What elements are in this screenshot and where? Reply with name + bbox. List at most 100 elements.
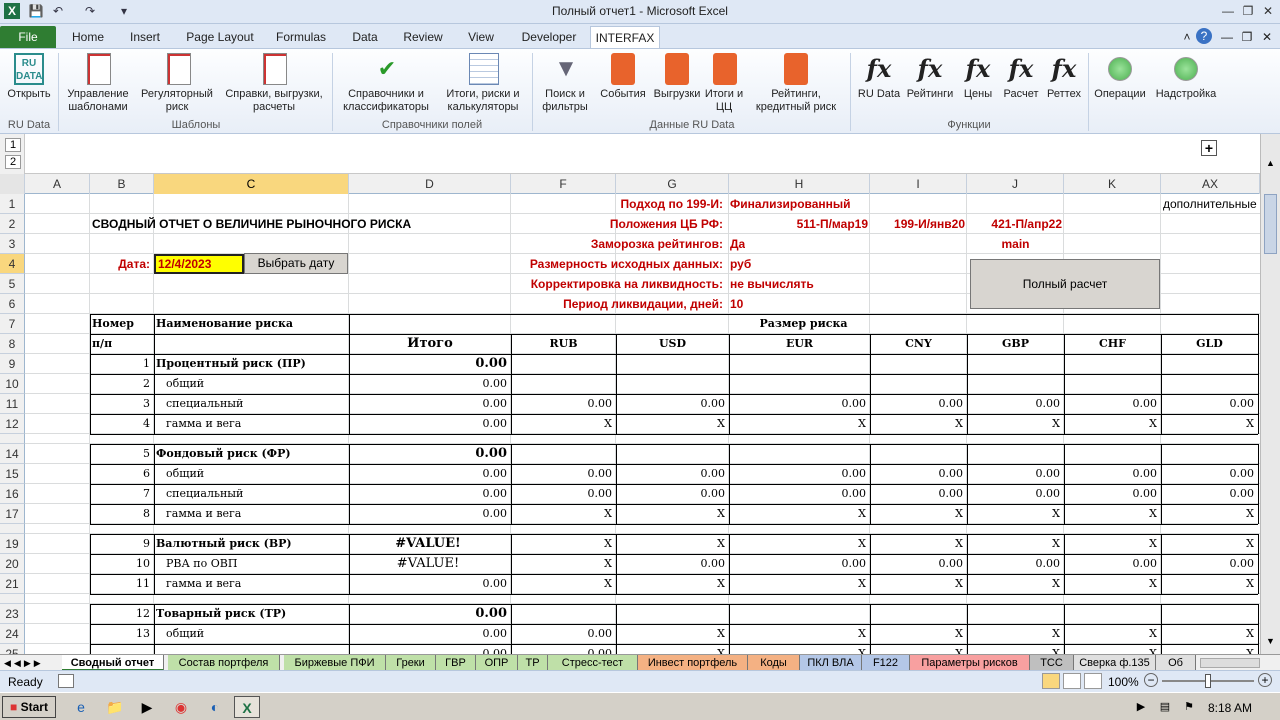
folder-icon[interactable]: 📁: [104, 696, 126, 718]
currency-value[interactable]: 0.00: [1161, 484, 1255, 504]
totals-cc-button[interactable]: Итоги и ЦЦ: [704, 53, 746, 114]
page-layout-view-icon[interactable]: [1063, 673, 1081, 689]
templates-button[interactable]: Управление шаблонами: [62, 53, 136, 114]
currency-value[interactable]: X: [1161, 644, 1254, 654]
excel-taskbar-icon[interactable]: X: [234, 696, 260, 718]
zoom-level[interactable]: 100%: [1108, 675, 1139, 689]
currency-value[interactable]: [870, 444, 963, 464]
currency-value[interactable]: [729, 444, 866, 464]
risk-name[interactable]: РВА по ОВП: [166, 554, 346, 574]
risk-name[interactable]: [166, 644, 346, 654]
dictionaries-button[interactable]: ✔ Справочники и классификаторы: [338, 53, 436, 114]
currency-value[interactable]: 0.00: [967, 394, 1061, 414]
row-header[interactable]: 5: [0, 274, 25, 294]
currency-value[interactable]: X: [511, 504, 612, 524]
edge-icon[interactable]: ◐: [204, 696, 226, 718]
minimize-ribbon-icon[interactable]: ˄: [1180, 26, 1194, 48]
currency-value[interactable]: X: [511, 574, 612, 594]
row-number[interactable]: 5: [90, 444, 150, 464]
risk-name[interactable]: Валютный риск (ВР): [156, 534, 336, 554]
page-break-view-icon[interactable]: [1084, 673, 1102, 689]
risk-name[interactable]: общий: [166, 464, 346, 484]
sheet-tab[interactable]: ТСС: [1030, 655, 1074, 671]
currency-value[interactable]: [870, 354, 963, 374]
currency-value[interactable]: X: [616, 644, 725, 654]
currency-value[interactable]: 0.00: [870, 394, 964, 414]
ie-icon[interactable]: e: [70, 696, 92, 718]
row-header[interactable]: [0, 434, 25, 444]
col-header-f[interactable]: F: [511, 174, 616, 194]
currency-value[interactable]: [1064, 604, 1157, 624]
currency-value[interactable]: X: [1064, 504, 1157, 524]
sheet-tab[interactable]: ГВР: [436, 655, 476, 671]
currency-value[interactable]: [511, 604, 612, 624]
full-calc-button[interactable]: Полный расчет: [970, 259, 1160, 309]
currency-value[interactable]: [1161, 374, 1254, 394]
currency-value[interactable]: X: [870, 644, 963, 654]
currency-value[interactable]: 0.00: [511, 394, 613, 414]
sheet-tab[interactable]: F122: [862, 655, 910, 671]
select-all-corner[interactable]: [0, 174, 25, 194]
row-header[interactable]: 21: [0, 574, 25, 594]
workbook-close-icon[interactable]: ✕: [1258, 26, 1276, 48]
currency-value[interactable]: X: [729, 624, 866, 644]
macro-record-icon[interactable]: [58, 674, 74, 688]
sheet-tab[interactable]: ПКЛ ВЛА: [800, 655, 862, 671]
currency-value[interactable]: X: [729, 644, 866, 654]
row-header[interactable]: 23: [0, 604, 25, 624]
currency-value[interactable]: X: [870, 414, 963, 434]
currency-value[interactable]: X: [967, 644, 1060, 654]
col-header-b[interactable]: B: [90, 174, 154, 194]
col-header-c[interactable]: C: [154, 174, 349, 194]
row-number[interactable]: 4: [90, 414, 150, 434]
currency-value[interactable]: 0.00: [729, 464, 867, 484]
currency-value[interactable]: X: [729, 414, 866, 434]
horizontal-scrollbar[interactable]: [1200, 658, 1260, 668]
fx-repo-button[interactable]: fx Реттех: [1044, 53, 1084, 101]
row-number[interactable]: 9: [90, 534, 150, 554]
col-header-d[interactable]: D: [349, 174, 511, 194]
currency-value[interactable]: [967, 604, 1060, 624]
currency-value[interactable]: X: [967, 504, 1060, 524]
currency-value[interactable]: 0.00: [870, 554, 964, 574]
row-header[interactable]: 3: [0, 234, 25, 254]
risk-name[interactable]: Фондовый риск (ФР): [156, 444, 336, 464]
row-number[interactable]: 13: [90, 624, 150, 644]
minimize-icon[interactable]: —: [1218, 2, 1238, 20]
row-header[interactable]: 19: [0, 534, 25, 554]
normal-view-icon[interactable]: [1042, 673, 1060, 689]
total-value[interactable]: #VALUE!: [349, 534, 507, 554]
currency-value[interactable]: 0.00: [870, 464, 964, 484]
fx-calc-button[interactable]: fx Расчет: [1000, 53, 1042, 101]
currency-value[interactable]: 0.00: [616, 394, 726, 414]
scroll-down-icon[interactable]: ▼: [1263, 636, 1278, 650]
currency-value[interactable]: 0.00: [1161, 554, 1255, 574]
vertical-scrollbar[interactable]: ▲ ▼: [1260, 134, 1280, 654]
currency-value[interactable]: X: [1161, 504, 1254, 524]
settings-button[interactable]: Надстройка: [1152, 53, 1220, 101]
sheet-tab[interactable]: Сводный отчет: [62, 655, 164, 671]
row-header[interactable]: 4: [0, 254, 25, 274]
fx-ratings-button[interactable]: fx Рейтинги: [904, 53, 956, 101]
exports-button[interactable]: Выгрузки: [650, 53, 704, 101]
currency-value[interactable]: 0.00: [1064, 484, 1158, 504]
sheet-tab[interactable]: Коды: [748, 655, 800, 671]
tab-interfax[interactable]: INTERFAX: [590, 26, 660, 48]
currency-value[interactable]: X: [1064, 534, 1157, 554]
currency-value[interactable]: X: [616, 534, 725, 554]
worksheet-grid[interactable]: 1 2 3 4 5 6 7 8 9 10 11 12 14 15 16 17 19 20 21 23 24 25 СВОД…: [0, 194, 1260, 654]
currency-value[interactable]: 0.00: [729, 394, 867, 414]
currency-value[interactable]: 0.00: [729, 484, 867, 504]
row-header[interactable]: 9: [0, 354, 25, 374]
currency-value[interactable]: 0.00: [1161, 464, 1255, 484]
row-header[interactable]: 17: [0, 504, 25, 524]
total-value[interactable]: 0.00: [349, 394, 508, 414]
col-header-ax[interactable]: AX: [1161, 174, 1260, 194]
currency-value[interactable]: [616, 374, 725, 394]
tab-view[interactable]: View: [460, 26, 502, 48]
reg-risk-button[interactable]: Регуляторный риск: [140, 53, 218, 114]
risk-name[interactable]: общий: [166, 374, 346, 394]
total-value[interactable]: 0.00: [349, 374, 508, 394]
currency-value[interactable]: 0.00: [967, 554, 1061, 574]
col-header-h[interactable]: H: [729, 174, 870, 194]
